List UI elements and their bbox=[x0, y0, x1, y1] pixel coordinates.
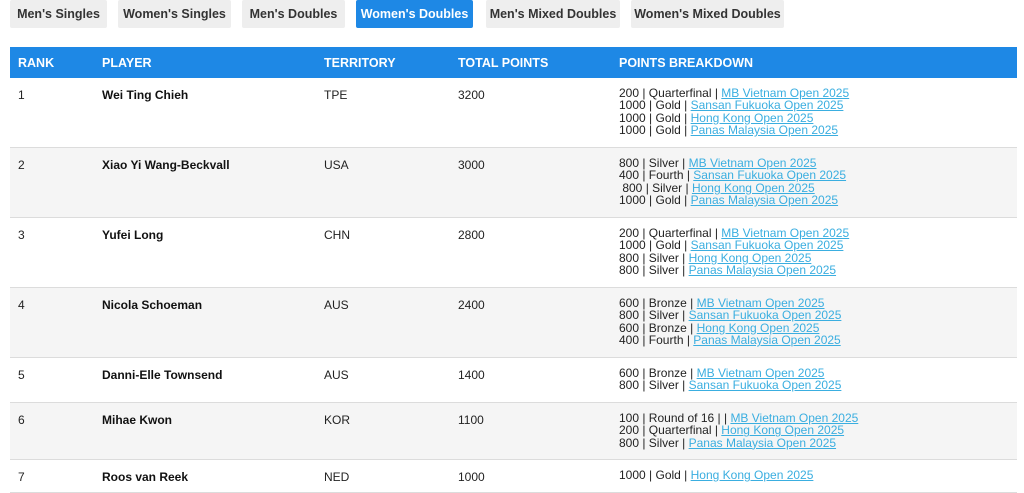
player-name: Wei Ting Chieh bbox=[102, 88, 189, 102]
header-points-breakdown: POINTS BREAKDOWN bbox=[619, 56, 754, 70]
points-breakdown: 200 | Quarterfinal | MB Vietnam Open 202… bbox=[619, 227, 849, 277]
table-header: RANK PLAYER TERRITORY TOTAL POINTS POINT… bbox=[10, 47, 1017, 78]
table-row: 1 Wei Ting Chieh TPE 3200 200 | Quarterfinal… bbox=[10, 78, 1017, 148]
total-points-cell: 2800 bbox=[458, 228, 485, 242]
event-link[interactable]: Panas Malaysia Open 2025 bbox=[689, 263, 836, 277]
total-points-cell: 1400 bbox=[458, 368, 485, 382]
rank-cell: 5 bbox=[18, 368, 25, 382]
total-points-cell: 3200 bbox=[458, 88, 485, 102]
breakdown-line: 1000 | Gold | Panas Malaysia Open 2025 bbox=[619, 194, 846, 206]
event-link[interactable]: Sansan Fukuoka Open 2025 bbox=[689, 378, 842, 392]
tab-womens-singles[interactable]: Women's Singles bbox=[118, 0, 231, 28]
total-points-cell: 3000 bbox=[458, 158, 485, 172]
rankings-table: RANK PLAYER TERRITORY TOTAL POINTS POINT… bbox=[10, 47, 1017, 493]
event-link[interactable]: Panas Malaysia Open 2025 bbox=[693, 333, 840, 347]
event-link[interactable]: Panas Malaysia Open 2025 bbox=[689, 436, 836, 450]
header-player: PLAYER bbox=[102, 56, 152, 70]
rank-cell: 1 bbox=[18, 88, 25, 102]
header-rank: RANK bbox=[18, 56, 55, 70]
table-row: 7 Roos van Reek NED 1000 1000 | Gold | Hong … bbox=[10, 460, 1017, 493]
rank-cell: 6 bbox=[18, 413, 25, 427]
table-body: 1 Wei Ting Chieh TPE 3200 200 | Quarterfinal… bbox=[10, 78, 1017, 493]
breakdown-result: 1000 | Gold | bbox=[619, 468, 691, 482]
points-breakdown: 100 | Round of 16 | | MB Vietnam Open 20… bbox=[619, 412, 858, 449]
breakdown-line: 1000 | Gold | Panas Malaysia Open 2025 bbox=[619, 124, 849, 136]
rank-cell: 4 bbox=[18, 298, 25, 312]
table-row: 5 Danni-Elle Townsend AUS 1400 600 | Bronze … bbox=[10, 358, 1017, 403]
category-tabs: Men's Singles Women's Singles Men's Doub… bbox=[0, 0, 1024, 30]
total-points-cell: 1000 bbox=[458, 470, 485, 484]
event-link[interactable]: Panas Malaysia Open 2025 bbox=[691, 193, 838, 207]
player-name: Danni-Elle Townsend bbox=[102, 368, 223, 382]
breakdown-result: 800 | Silver | bbox=[619, 435, 689, 450]
tab-mens-singles[interactable]: Men's Singles bbox=[10, 0, 107, 28]
tab-mens-doubles[interactable]: Men's Doubles bbox=[242, 0, 345, 28]
table-row: 3 Yufei Long CHN 2800 200 | Quarterfinal | M… bbox=[10, 218, 1017, 288]
territory-cell: USA bbox=[324, 158, 349, 172]
points-breakdown: 600 | Bronze | MB Vietnam Open 2025 800 |… bbox=[619, 367, 841, 392]
table-row: 6 Mihae Kwon KOR 1100 100 | Round of 16 | | … bbox=[10, 403, 1017, 460]
total-points-cell: 1100 bbox=[458, 413, 484, 427]
breakdown-line: 800 | Silver | Sansan Fukuoka Open 2025 bbox=[619, 379, 841, 391]
breakdown-result: 400 | Fourth | bbox=[619, 333, 694, 348]
breakdown-line: 800 | Silver | Panas Malaysia Open 2025 bbox=[619, 264, 849, 276]
player-name: Xiao Yi Wang-Beckvall bbox=[102, 158, 230, 172]
event-link[interactable]: Hong Kong Open 2025 bbox=[691, 468, 814, 482]
table-row: 2 Xiao Yi Wang-Beckvall USA 3000 800 | Silve… bbox=[10, 148, 1017, 218]
tab-womens-doubles[interactable]: Women's Doubles bbox=[356, 0, 473, 28]
breakdown-result: 1000 | Gold | bbox=[619, 193, 691, 208]
territory-cell: AUS bbox=[324, 298, 349, 312]
player-name: Yufei Long bbox=[102, 228, 164, 242]
total-points-cell: 2400 bbox=[458, 298, 485, 312]
points-breakdown: 800 | Silver | MB Vietnam Open 2025 400 |… bbox=[619, 157, 846, 207]
territory-cell: TPE bbox=[324, 88, 348, 102]
player-name: Mihae Kwon bbox=[102, 413, 173, 427]
breakdown-result: 1000 | Gold | bbox=[619, 123, 691, 138]
tab-mens-mixed-doubles[interactable]: Men's Mixed Doubles bbox=[486, 0, 620, 28]
player-name: Roos van Reek bbox=[102, 470, 189, 484]
event-link[interactable]: Panas Malaysia Open 2025 bbox=[691, 123, 838, 137]
tab-womens-mixed-doubles[interactable]: Women's Mixed Doubles bbox=[631, 0, 784, 28]
points-breakdown: 600 | Bronze | MB Vietnam Open 2025 800 |… bbox=[619, 297, 841, 347]
territory-cell: CHN bbox=[324, 228, 350, 242]
rank-cell: 7 bbox=[18, 470, 25, 484]
player-name: Nicola Schoeman bbox=[102, 298, 203, 312]
table-row: 4 Nicola Schoeman AUS 2400 600 | Bronze | MB… bbox=[10, 288, 1017, 358]
breakdown-result: 800 | Silver | bbox=[619, 378, 689, 393]
breakdown-line: 400 | Fourth | Panas Malaysia Open 2025 bbox=[619, 334, 841, 346]
territory-cell: KOR bbox=[324, 413, 351, 427]
breakdown-line: 1000 | Gold | Hong Kong Open 2025 bbox=[619, 469, 813, 481]
territory-cell: AUS bbox=[324, 368, 349, 382]
rank-cell: 3 bbox=[18, 228, 25, 242]
territory-cell: NED bbox=[324, 470, 350, 484]
breakdown-result: 800 | Silver | bbox=[619, 263, 689, 278]
header-territory: TERRITORY bbox=[324, 56, 396, 70]
rank-cell: 2 bbox=[18, 158, 25, 172]
breakdown-line: 800 | Silver | Panas Malaysia Open 2025 bbox=[619, 437, 858, 449]
header-total-points: TOTAL POINTS bbox=[458, 56, 549, 70]
points-breakdown: 200 | Quarterfinal | MB Vietnam Open 202… bbox=[619, 87, 849, 137]
points-breakdown: 1000 | Gold | Hong Kong Open 2025 bbox=[619, 469, 813, 481]
